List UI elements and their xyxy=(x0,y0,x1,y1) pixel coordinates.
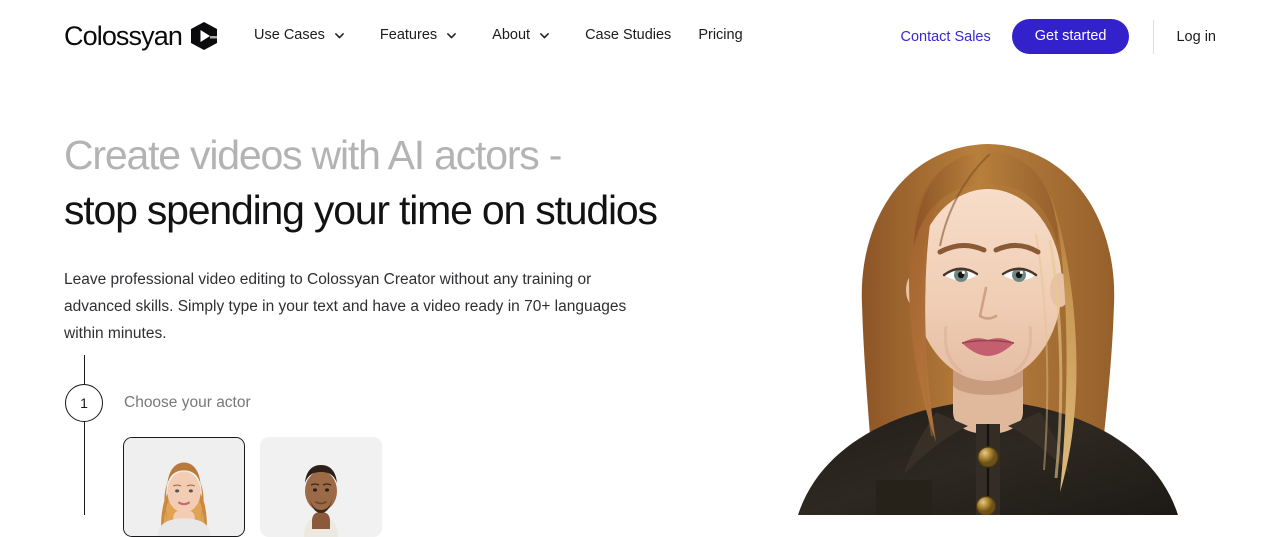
page-title: Create videos with AI actors - stop spen… xyxy=(64,128,704,238)
nav-item-about[interactable]: About xyxy=(492,25,551,45)
headline-line-2: stop spending your time on studios xyxy=(64,187,658,233)
nav-item-case-studies[interactable]: Case Studies xyxy=(585,25,671,45)
nav-item-label: Pricing xyxy=(698,27,743,43)
colossyan-hexagon-play-logo-icon xyxy=(189,21,219,51)
nav-item-label: Features xyxy=(379,27,438,43)
nav-item-label: Case Studies xyxy=(585,27,672,43)
site-header: Colossyan Use Cases Features About Case … xyxy=(0,0,1280,72)
female-actor-thumbnail-icon xyxy=(124,438,244,536)
nav-item-use-cases[interactable]: Use Cases xyxy=(254,25,346,45)
hero-paragraph: Leave professional video editing to Colo… xyxy=(64,271,627,342)
nav-item-features[interactable]: Features xyxy=(380,25,458,45)
woman-presenter-portrait-image xyxy=(700,100,1280,515)
chevron-down-icon xyxy=(538,29,551,42)
hero-content: Create videos with AI actors - stop spen… xyxy=(64,128,704,347)
logo-wordmark: Colossyan xyxy=(64,20,183,51)
male-actor-thumbnail-icon xyxy=(260,437,382,537)
get-started-button[interactable]: Get started xyxy=(1011,19,1130,54)
header-actions: Contact Sales Get started Log in xyxy=(900,19,1280,54)
step-label: Choose your actor xyxy=(124,394,251,411)
actor-card-male[interactable] xyxy=(260,437,382,537)
actor-picker xyxy=(123,437,382,537)
chevron-down-icon xyxy=(445,29,458,42)
step-timeline-line xyxy=(84,355,86,515)
headline-line-1: Create videos with AI actors - xyxy=(64,132,562,178)
nav-item-pricing[interactable]: Pricing xyxy=(698,25,742,45)
actor-card-female-selected[interactable] xyxy=(123,437,245,537)
chevron-down-icon xyxy=(333,29,346,42)
hero-portrait xyxy=(700,100,1280,515)
header-divider xyxy=(1153,19,1155,54)
login-link[interactable]: Log in xyxy=(1176,27,1216,47)
step-number-badge: 1 xyxy=(65,384,103,422)
nav-item-label: About xyxy=(492,27,531,43)
contact-sales-link[interactable]: Contact Sales xyxy=(900,27,990,47)
nav-item-label: Use Cases xyxy=(254,27,325,43)
logo[interactable]: Colossyan xyxy=(64,21,219,51)
main-navigation: Use Cases Features About Case Studies Pr… xyxy=(254,25,770,45)
